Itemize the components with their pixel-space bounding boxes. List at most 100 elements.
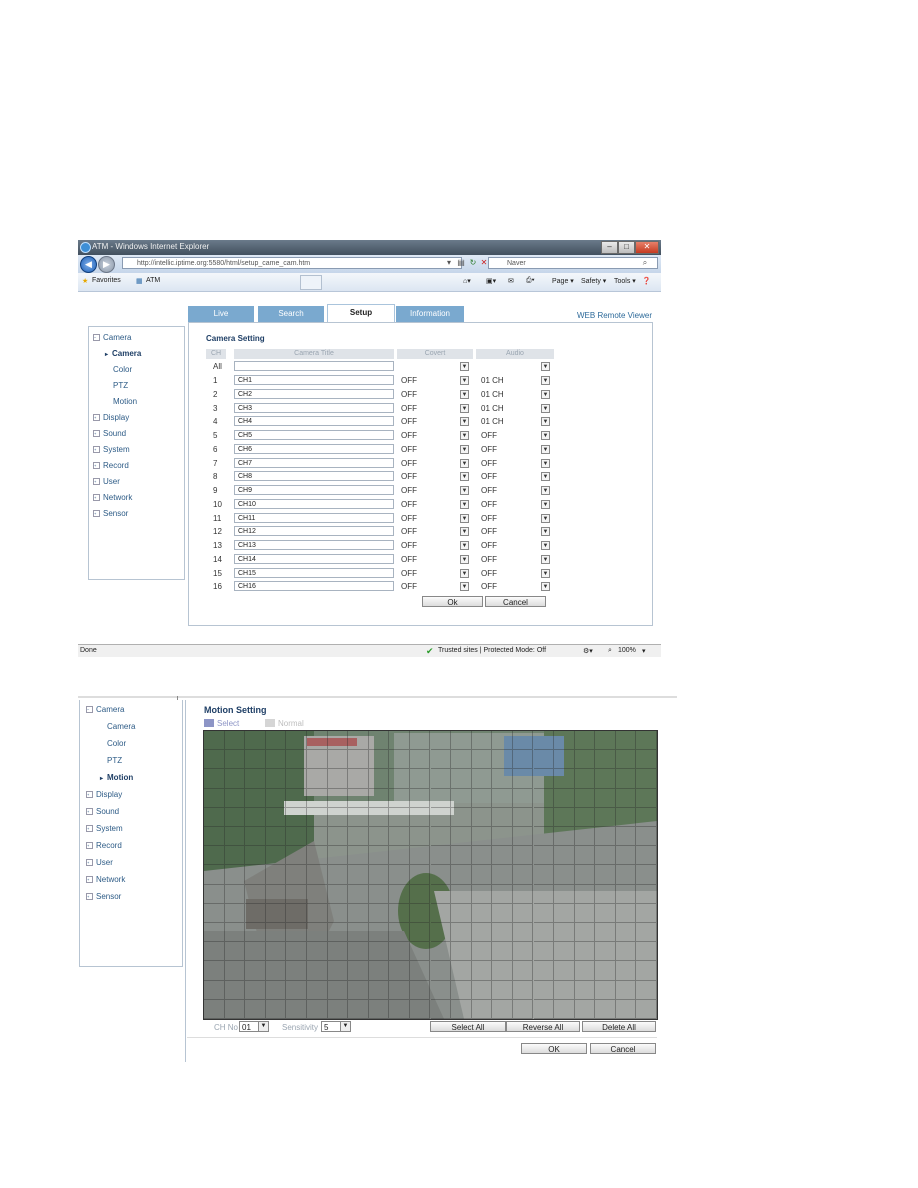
motion-grid-cell[interactable]: [409, 846, 431, 866]
motion-grid-cell[interactable]: [574, 769, 596, 789]
motion-grid-cell[interactable]: [286, 846, 307, 866]
menu-network[interactable]: + Network: [86, 875, 125, 884]
motion-grid-cell[interactable]: [204, 846, 225, 866]
back-icon[interactable]: ◀: [80, 256, 97, 273]
motion-grid-cell[interactable]: [368, 923, 390, 943]
motion-grid-cell[interactable]: [574, 942, 596, 962]
print-icon[interactable]: ⎙▾: [526, 277, 535, 285]
delete-all-button[interactable]: Delete All: [582, 1021, 656, 1032]
motion-grid-cell[interactable]: [512, 769, 534, 789]
motion-grid-cell[interactable]: [224, 731, 246, 751]
motion-grid-cell[interactable]: [512, 865, 534, 885]
motion-grid-cell[interactable]: [389, 980, 410, 1000]
motion-grid-cell[interactable]: [327, 999, 349, 1019]
motion-grid-cell[interactable]: [492, 961, 513, 981]
motion-grid-cell[interactable]: [245, 750, 266, 770]
dropdown-chevron-icon[interactable]: ▾: [444, 258, 454, 268]
motion-grid-cell[interactable]: [409, 750, 431, 770]
motion-grid-cell[interactable]: [492, 923, 513, 943]
motion-grid-cell[interactable]: [307, 980, 328, 1000]
motion-grid-cell[interactable]: [204, 923, 225, 943]
motion-grid-cell[interactable]: [512, 731, 534, 751]
chevron-down-icon[interactable]: ▼: [541, 417, 550, 426]
motion-grid-cell[interactable]: [348, 923, 369, 943]
motion-grid-cell[interactable]: [636, 999, 657, 1019]
motion-grid-cell[interactable]: [471, 769, 493, 789]
motion-grid-cell[interactable]: [204, 865, 225, 885]
compat-view-icon[interactable]: ▤: [456, 258, 466, 268]
motion-grid-cell[interactable]: [430, 980, 452, 1000]
menu-sound[interactable]: + Sound: [86, 807, 119, 816]
motion-grid-cell[interactable]: [533, 846, 555, 866]
motion-grid-cell[interactable]: [554, 903, 575, 923]
motion-grid-cell[interactable]: [327, 884, 349, 904]
motion-grid-cell[interactable]: [409, 769, 431, 789]
motion-grid-cell[interactable]: [451, 769, 472, 789]
motion-grid-cell[interactable]: [348, 769, 369, 789]
motion-grid-cell[interactable]: [451, 923, 472, 943]
camera-title-input[interactable]: CH15: [234, 568, 394, 578]
motion-grid-cell[interactable]: [245, 980, 266, 1000]
motion-grid-cell[interactable]: [409, 884, 431, 904]
motion-grid-cell[interactable]: [636, 827, 657, 847]
motion-grid-cell[interactable]: [265, 846, 287, 866]
chevron-down-icon[interactable]: ▼: [541, 555, 550, 564]
motion-grid-cell[interactable]: [389, 942, 410, 962]
motion-grid-cell[interactable]: [389, 788, 410, 808]
menu-camera-color[interactable]: Color: [113, 365, 132, 374]
motion-grid-cell[interactable]: [512, 884, 534, 904]
motion-grid-cell[interactable]: [574, 961, 596, 981]
motion-video[interactable]: [203, 730, 658, 1020]
chevron-down-icon[interactable]: ▼: [541, 582, 550, 591]
motion-grid-cell[interactable]: [615, 942, 637, 962]
motion-grid-cell[interactable]: [409, 980, 431, 1000]
motion-grid-cell[interactable]: [512, 827, 534, 847]
motion-grid-cell[interactable]: [492, 942, 513, 962]
motion-grid-cell[interactable]: [451, 846, 472, 866]
motion-grid-cell[interactable]: [615, 865, 637, 885]
motion-grid-cell[interactable]: [533, 923, 555, 943]
motion-grid-cell[interactable]: [533, 750, 555, 770]
motion-grid-cell[interactable]: [368, 961, 390, 981]
motion-grid-cell[interactable]: [471, 846, 493, 866]
home-icon[interactable]: ⌂▾: [463, 277, 471, 285]
motion-grid-cell[interactable]: [636, 961, 657, 981]
motion-grid-cell[interactable]: [430, 769, 452, 789]
motion-grid-cell[interactable]: [574, 903, 596, 923]
motion-grid-cell[interactable]: [348, 999, 369, 1019]
motion-grid-cell[interactable]: [368, 942, 390, 962]
sensitivity-select[interactable]: 5 ▼: [321, 1021, 351, 1032]
tab-live[interactable]: Live: [188, 306, 254, 322]
menu-sensor[interactable]: + Sensor: [93, 509, 128, 518]
menu-camera-camera[interactable]: ▸ Camera: [105, 349, 141, 358]
motion-grid-cell[interactable]: [286, 788, 307, 808]
motion-grid-cell[interactable]: [245, 923, 266, 943]
chevron-down-icon[interactable]: ▼: [460, 500, 469, 509]
motion-grid-cell[interactable]: [451, 980, 472, 1000]
motion-grid-cell[interactable]: [368, 731, 390, 751]
motion-grid-cell[interactable]: [348, 731, 369, 751]
chevron-down-icon[interactable]: ▼: [460, 404, 469, 413]
motion-grid-cell[interactable]: [595, 923, 616, 943]
motion-grid-cell[interactable]: [265, 788, 287, 808]
motion-grid-cell[interactable]: [554, 942, 575, 962]
motion-grid-cell[interactable]: [512, 980, 534, 1000]
camera-title-input[interactable]: CH12: [234, 526, 394, 536]
motion-grid-cell[interactable]: [451, 961, 472, 981]
reverse-all-button[interactable]: Reverse All: [506, 1021, 580, 1032]
motion-grid-cell[interactable]: [554, 846, 575, 866]
motion-grid-cell[interactable]: [512, 846, 534, 866]
motion-grid-cell[interactable]: [204, 942, 225, 962]
motion-grid-cell[interactable]: [533, 903, 555, 923]
menu-user[interactable]: + User: [86, 858, 113, 867]
motion-grid-cell[interactable]: [430, 961, 452, 981]
motion-grid-cell[interactable]: [409, 731, 431, 751]
motion-grid-cell[interactable]: [492, 999, 513, 1019]
motion-grid-cell[interactable]: [595, 961, 616, 981]
zoom-level[interactable]: 100%: [618, 647, 636, 654]
motion-grid-cell[interactable]: [574, 846, 596, 866]
motion-grid-cell[interactable]: [327, 769, 349, 789]
motion-grid-cell[interactable]: [636, 731, 657, 751]
motion-grid-cell[interactable]: [595, 827, 616, 847]
motion-grid-cell[interactable]: [554, 769, 575, 789]
